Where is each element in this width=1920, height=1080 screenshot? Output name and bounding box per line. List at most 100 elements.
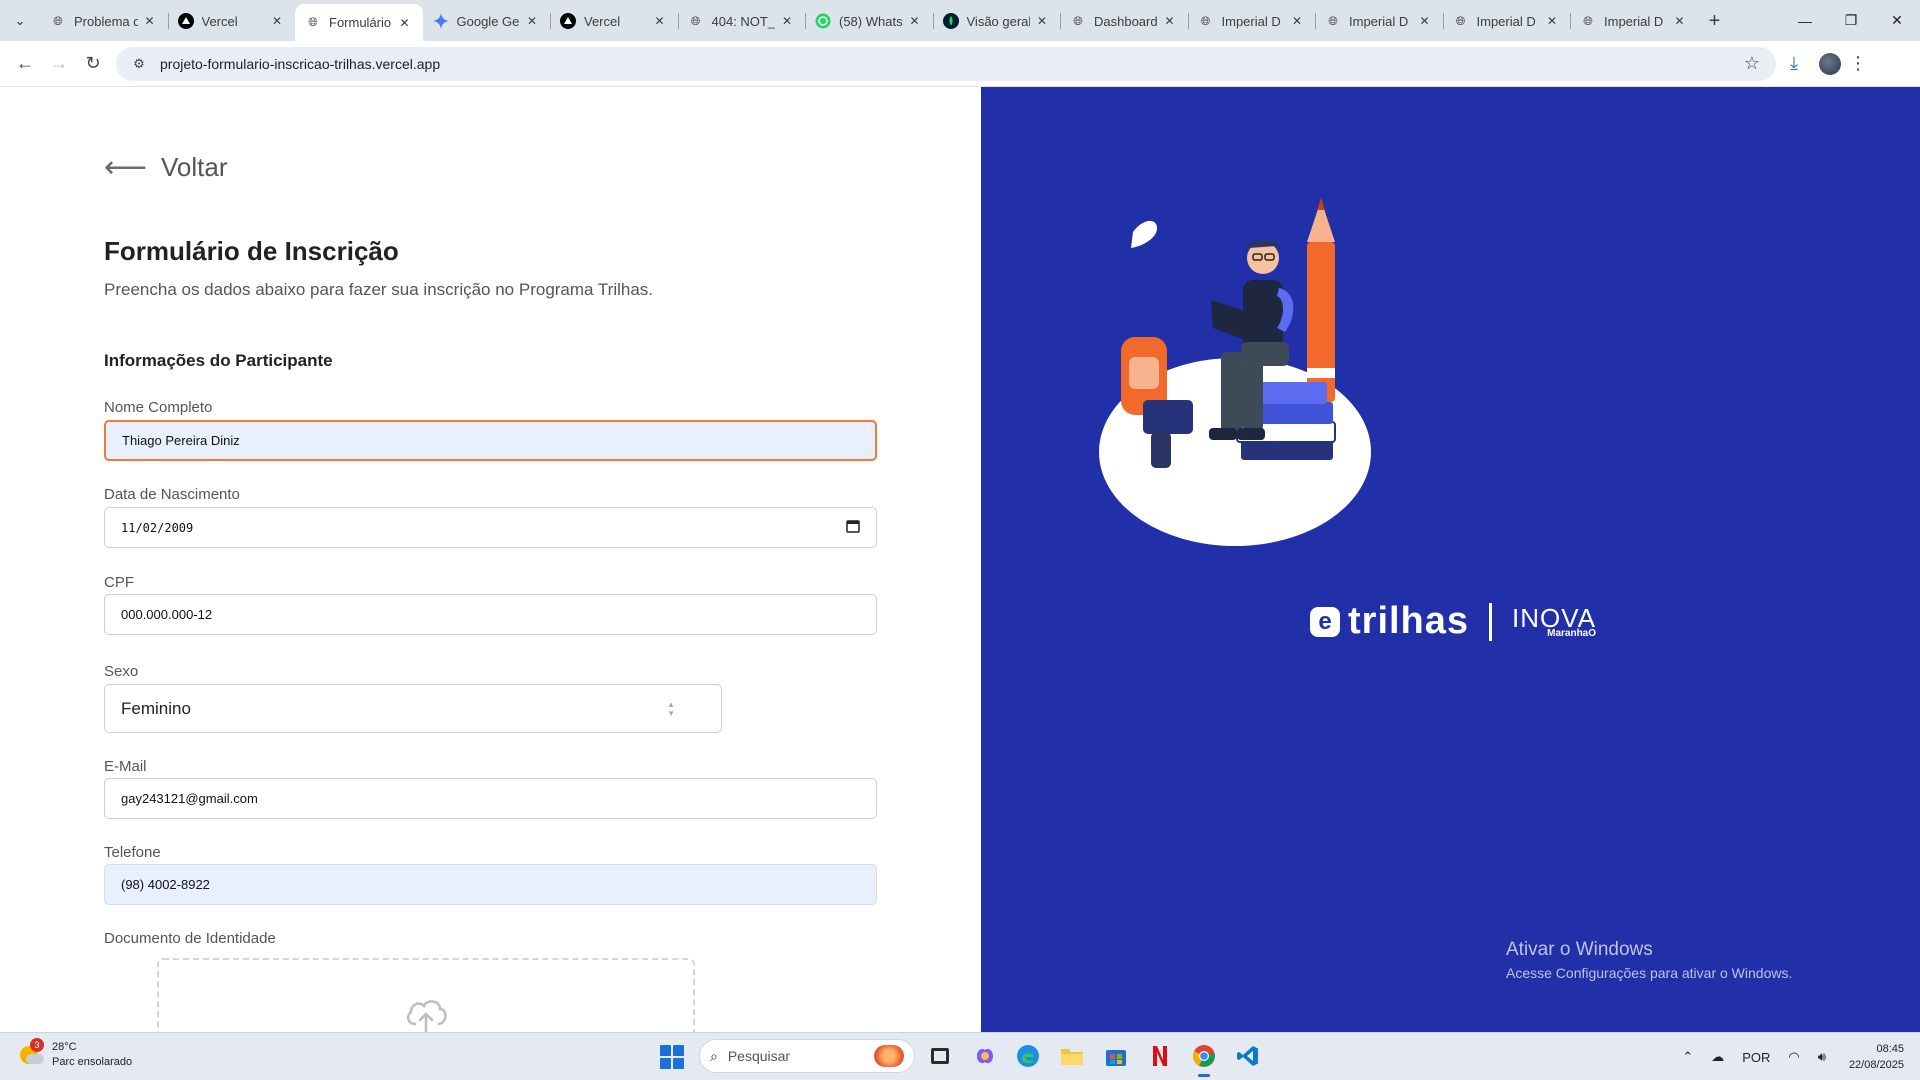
task-view-icon[interactable] — [925, 1041, 955, 1071]
vercel-icon — [177, 13, 194, 29]
document-label: Documento de Identidade — [104, 930, 276, 947]
chevron-up-icon[interactable]: ⌃ — [1682, 1049, 1693, 1065]
weather-widget[interactable]: 3 28°C Parc ensolarado — [18, 1038, 133, 1070]
reload-button[interactable]: ↻ — [76, 47, 110, 81]
sex-select[interactable]: Feminino ▲ ▼ — [104, 684, 722, 733]
edge-icon[interactable] — [1013, 1041, 1043, 1071]
vercel-icon — [560, 13, 576, 29]
tab-close-icon[interactable]: ✕ — [652, 13, 668, 29]
browser-tab[interactable]: 🌐︎ Imperial D ✕ — [1187, 4, 1316, 38]
tab-close-icon[interactable]: ✕ — [269, 13, 285, 29]
copilot-icon[interactable] — [970, 1041, 1000, 1071]
partner-name: INOVA — [1512, 602, 1597, 633]
wifi-icon[interactable]: ◠ — [1788, 1049, 1799, 1065]
tab-title: Imperial D — [1221, 13, 1281, 29]
page-title: Formulário de Inscrição — [104, 236, 399, 266]
tab-close-icon[interactable]: ✕ — [1417, 13, 1433, 29]
tab-close-icon[interactable]: ✕ — [779, 13, 795, 29]
bookmark-star-icon[interactable]: ☆ — [1740, 53, 1764, 74]
name-field[interactable]: Thiago Pereira Diniz — [104, 420, 877, 461]
tab-close-icon[interactable]: ✕ — [1034, 13, 1050, 29]
phone-label: Telefone — [104, 844, 161, 861]
calendar-icon[interactable] — [846, 519, 860, 537]
weather-icon: 3 — [18, 1038, 44, 1068]
menu-dots-icon[interactable]: ⋮ — [1848, 53, 1868, 74]
browser-tab[interactable]: 🌐︎ Imperial D ✕ — [1315, 4, 1443, 38]
minimize-button[interactable]: — — [1782, 0, 1828, 41]
browser-tab[interactable]: Vercel ✕ — [167, 4, 296, 38]
windows-start-icon[interactable] — [660, 1045, 684, 1069]
document-upload-dropzone[interactable] — [157, 958, 695, 1032]
onedrive-icon[interactable]: ☁ — [1711, 1049, 1724, 1065]
vscode-icon[interactable] — [1233, 1041, 1263, 1071]
sex-select-value: Feminino — [121, 698, 191, 718]
forward-button[interactable]: → — [42, 47, 76, 81]
new-tab-button[interactable]: + — [1698, 4, 1732, 38]
tab-close-icon[interactable]: ✕ — [1162, 13, 1178, 29]
netflix-icon[interactable] — [1145, 1041, 1175, 1071]
cpf-label: CPF — [104, 574, 134, 591]
birth-date-field[interactable]: 11/02/2009 — [104, 507, 877, 548]
email-field[interactable]: gay243121@gmail.com — [104, 778, 877, 819]
tab-title: Vercel — [201, 13, 238, 29]
clock[interactable]: 08:45 22/08/2025 — [1849, 1041, 1904, 1073]
tab-close-icon[interactable]: ✕ — [907, 13, 923, 29]
search-highlight-icon — [874, 1045, 904, 1067]
close-window-button[interactable]: ✕ — [1874, 0, 1920, 41]
back-label: Voltar — [161, 152, 228, 182]
minimize-icon: — — [1798, 12, 1812, 29]
globe-icon: 🌐︎ — [1583, 13, 1593, 28]
browser-tab[interactable]: 🌐︎ 404: NOT_FOUND ✕ — [677, 4, 806, 38]
tab-close-icon[interactable]: ✕ — [142, 13, 158, 29]
reload-icon: ↻ — [85, 53, 101, 73]
time: 08:45 — [1876, 1043, 1904, 1055]
browser-tab[interactable]: Vercel ✕ — [550, 4, 678, 38]
tab-close-icon[interactable]: ✕ — [1544, 13, 1560, 29]
file-explorer-icon[interactable] — [1057, 1041, 1087, 1071]
language-indicator[interactable]: POR — [1742, 1050, 1770, 1065]
tab-title: Imperial D — [1476, 13, 1536, 29]
taskbar-search[interactable]: ⌕ Pesquisar — [699, 1039, 915, 1073]
tab-close-icon[interactable]: ✕ — [1289, 13, 1305, 29]
windows-activation-watermark: Ativar o Windows Acesse Configurações pa… — [1506, 939, 1792, 981]
tab-close-icon[interactable]: ✕ — [397, 15, 413, 31]
browser-tab[interactable]: 🌐︎ Problema de ✕ — [40, 4, 168, 38]
download-icon[interactable]: ⤓ — [1776, 46, 1812, 82]
tab-title: Problema de — [74, 13, 138, 29]
browser-tab[interactable]: 🌐︎ Imperial D ✕ — [1570, 4, 1698, 38]
partner-subtitle: MaranhaO — [1547, 627, 1597, 639]
back-button[interactable]: ← — [8, 47, 42, 81]
email-label: E-Mail — [104, 758, 147, 775]
browser-tab[interactable]: Visão geral ✕ — [932, 4, 1061, 38]
name-label: Nome Completo — [104, 399, 213, 416]
weather-description: Parc ensolarado — [52, 1056, 133, 1068]
browser-tab[interactable]: (58) WhatsApp ✕ — [805, 4, 933, 38]
search-icon: ⌕ — [710, 1047, 718, 1064]
tab-close-icon[interactable]: ✕ — [1672, 13, 1688, 29]
cpf-field[interactable]: 000.000.000-12 — [104, 594, 877, 635]
whatsapp-icon — [815, 13, 831, 29]
activation-subtitle: Acesse Configurações para ativar o Windo… — [1506, 965, 1793, 981]
window-controls: — ❐ ✕ — [1782, 0, 1920, 41]
browser-tab-active[interactable]: 🌐︎ Formulário de ✕ — [295, 4, 423, 41]
url-text[interactable]: projeto-formulario-inscricao-trilhas.ver… — [160, 56, 1740, 72]
tab-title: 404: NOT_FOUND — [711, 13, 776, 29]
restore-button[interactable]: ❐ — [1828, 0, 1874, 41]
browser-tab[interactable]: Google Gemini ✕ — [423, 4, 551, 38]
volume-icon[interactable]: 🔊︎ — [1818, 1049, 1826, 1065]
browser-tab[interactable]: 🌐︎ Dashboard ✕ — [1060, 4, 1188, 38]
tab-title: Visão geral — [966, 13, 1031, 29]
avatar[interactable] — [1819, 52, 1841, 75]
browser-tab[interactable]: 🌐︎ Imperial D ✕ — [1442, 4, 1571, 38]
site-info-icon[interactable]: ⚙ — [128, 53, 150, 75]
chrome-icon[interactable] — [1189, 1041, 1219, 1077]
phone-field[interactable]: (98) 4002-8922 — [104, 864, 877, 905]
tab-title: Vercel — [584, 13, 621, 29]
tab-search-button[interactable]: ⌄ — [0, 0, 40, 41]
tab-close-icon[interactable]: ✕ — [524, 13, 540, 29]
arrow-right-icon: → — [50, 53, 68, 73]
birth-date-label: Data de Nascimento — [104, 486, 240, 503]
address-bar[interactable]: ⚙ projeto-formulario-inscricao-trilhas.v… — [116, 46, 1776, 81]
back-link[interactable]: ⟵ Voltar — [104, 152, 228, 183]
microsoft-store-icon[interactable] — [1101, 1041, 1131, 1071]
